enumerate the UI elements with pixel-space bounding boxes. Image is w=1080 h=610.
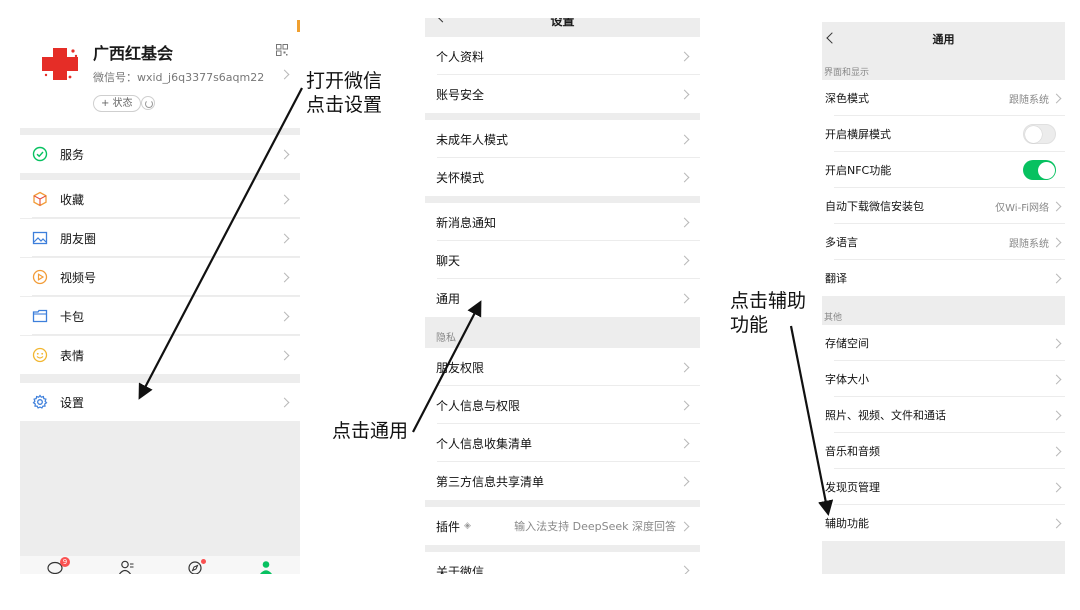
- arrow-to-accessibility: [789, 325, 834, 517]
- arrow-to-general: [412, 300, 482, 433]
- arrow-to-settings: [138, 87, 303, 400]
- arrow-overlay: [138, 87, 834, 517]
